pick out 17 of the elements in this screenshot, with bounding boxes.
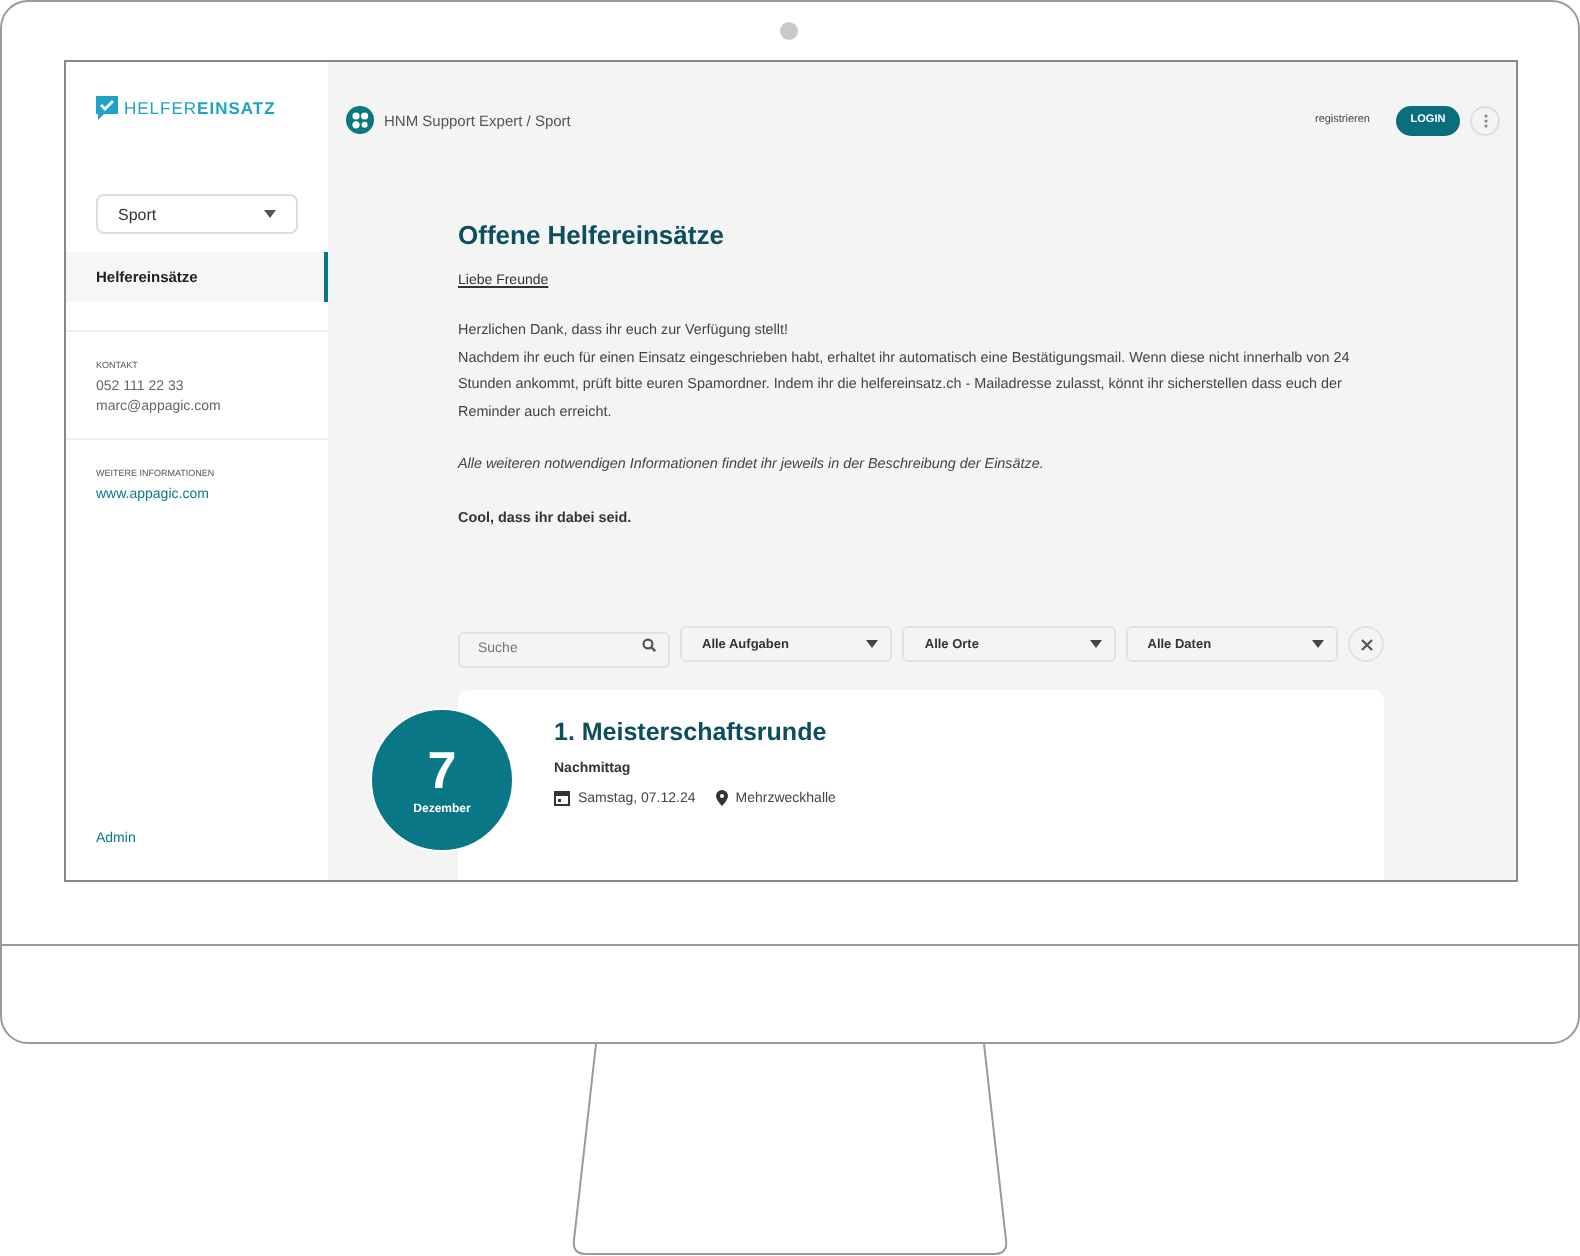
search-icon <box>642 638 656 652</box>
day-number: 7 <box>427 744 457 796</box>
caret-icon <box>866 640 879 648</box>
logo-text: HELFEREINSATZ <box>124 98 276 118</box>
group-icon <box>346 106 374 134</box>
clear-filters-button[interactable] <box>1348 626 1385 662</box>
calendar-icon <box>554 790 570 806</box>
close-icon <box>1359 637 1374 651</box>
event-title: 1. Meisterschaftsrunde <box>554 718 829 746</box>
caret-icon <box>264 210 276 218</box>
camera-dot <box>780 22 798 40</box>
location-pin-icon <box>715 790 728 806</box>
category-select[interactable]: Sport <box>96 194 298 234</box>
checkmark-logo-icon <box>96 96 118 120</box>
caret-icon <box>1312 640 1325 648</box>
caret-icon <box>1089 640 1102 648</box>
page-title: Offene Helfereinsätze <box>458 220 726 250</box>
